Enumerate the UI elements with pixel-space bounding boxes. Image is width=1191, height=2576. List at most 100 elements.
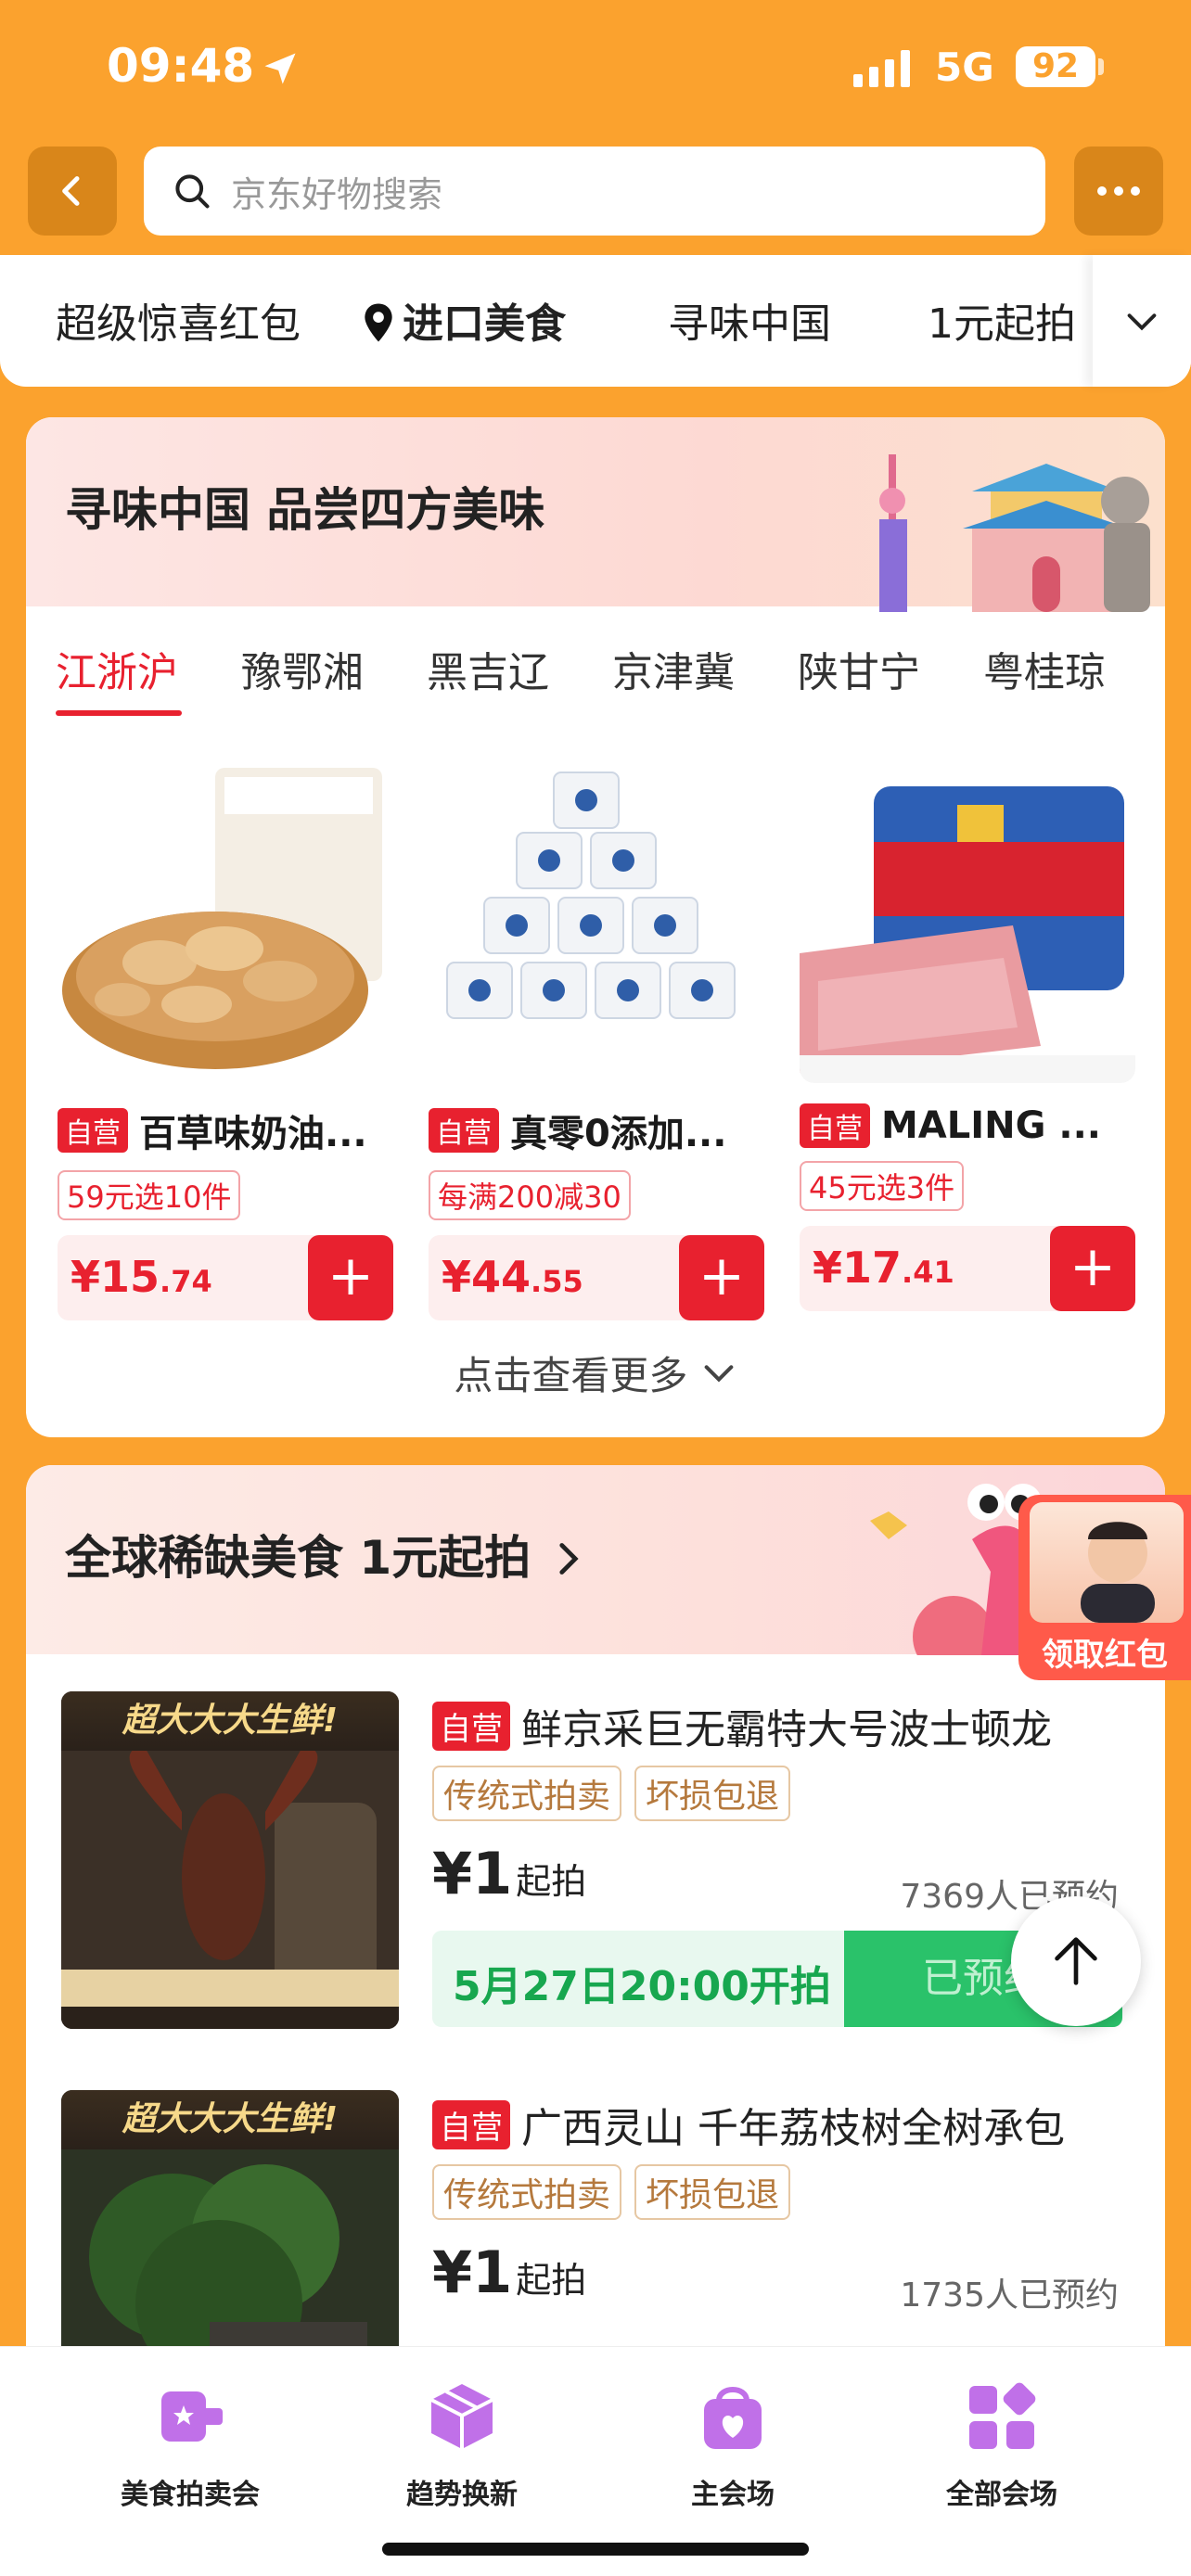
temple-illustration-icon [879, 454, 1150, 612]
region-tab-yueguiqiong[interactable]: 粤桂琼 [983, 639, 1106, 698]
nav-all-venues[interactable]: 全部会场 [890, 2375, 1113, 2512]
auction-title-text: 广西灵山 千年荔枝树全树承包 [521, 2105, 1065, 2152]
product-card[interactable]: 自营 百草味奶油... 59元选10件 ¥15.74 + [58, 749, 393, 1320]
dot-icon [1114, 186, 1123, 196]
auction-tag: 传统式拍卖 [432, 1766, 622, 1821]
region-tab-jiangzhehu[interactable]: 江浙沪 [56, 639, 178, 698]
search-icon [175, 174, 210, 209]
auction-item[interactable]: 超大大大生鲜! 自营 鲜京采巨无霸特大号波士顿龙 传统式拍卖 坏损包退 ¥1 起拍… [61, 1691, 1137, 2034]
network-type: 5G [935, 45, 994, 90]
product-price: ¥17.41 [813, 1243, 954, 1293]
nav-label: 主会场 [691, 2479, 775, 2511]
auction-tag: 坏损包退 [634, 1766, 791, 1821]
china-taste-section: 寻味中国 品尝四方美味 江浙沪 豫鄂湘 黑吉辽 京津冀 陕甘宁 粤桂琼 自营 百… [26, 417, 1165, 1437]
category-tabs: 超级惊喜红包 进口美食 寻味中国 1元起拍 [0, 255, 1191, 387]
signal-icon [853, 48, 910, 87]
bottom-nav: 美食拍卖会 趋势换新 主会场 全部会场 [0, 2346, 1191, 2576]
product-title: 真零0添加... [510, 1113, 727, 1155]
spokesperson-image [1030, 1502, 1184, 1623]
product-title: 百草味奶油... [139, 1113, 367, 1155]
region-tab-jingjinji[interactable]: 京津冀 [612, 639, 735, 698]
product-image [429, 749, 764, 1083]
status-bar: 09:48 5G 92 [0, 0, 1191, 139]
category-tab-china-taste[interactable]: 寻味中国 [668, 290, 831, 350]
self-operated-badge: 自营 [800, 1103, 870, 1148]
auction-image: 超大大大生鲜! [61, 1691, 399, 2029]
category-tab-label: 进口美食 [403, 300, 566, 348]
section-title: 全球稀缺美食 1元起拍 [65, 1521, 583, 1588]
category-tab-red-packet[interactable]: 超级惊喜红包 [56, 290, 301, 350]
chevron-right-icon [558, 1543, 579, 1575]
product-name: 自营 百草味奶油... [58, 1103, 393, 1157]
category-expand-button[interactable] [1093, 255, 1191, 387]
dot-icon [1097, 186, 1107, 196]
starting-price: ¥1 起拍 [432, 1840, 587, 1907]
chevron-down-icon [704, 1365, 734, 1383]
auction-title-text: 鲜京采巨无霸特大号波士顿龙 [521, 1706, 1052, 1753]
auction-tags: 传统式拍卖 坏损包退 [432, 2164, 791, 2220]
auction-start-time: 5月27日20:00开拍 [453, 1963, 831, 2010]
search-input[interactable]: 京东好物搜索 [144, 147, 1045, 236]
see-more-link[interactable]: 点击查看更多 [26, 1345, 1165, 1401]
nav-food-auction[interactable]: 美食拍卖会 [79, 2375, 301, 2512]
back-to-top-button[interactable] [1011, 1896, 1141, 2026]
self-operated-badge: 自营 [429, 1108, 499, 1153]
price-row: ¥17.41 + [800, 1226, 1135, 1311]
battery-tip [1098, 58, 1104, 75]
product-image [800, 749, 1135, 1083]
active-tab-indicator [56, 710, 182, 716]
region-tab-heijiliao[interactable]: 黑吉辽 [427, 639, 549, 698]
add-to-cart-button[interactable]: + [308, 1235, 393, 1320]
more-menu-button[interactable] [1074, 147, 1163, 236]
self-operated-badge: 自营 [432, 2099, 510, 2149]
location-arrow-icon [264, 53, 296, 84]
self-operated-badge: 自营 [58, 1108, 128, 1153]
add-to-cart-button[interactable]: + [679, 1235, 764, 1320]
promo-tag: 59元选10件 [58, 1170, 241, 1220]
reservation-count: 1735人已预约 [900, 2276, 1119, 2315]
auction-tag: 传统式拍卖 [432, 2164, 622, 2220]
nav-label: 趋势换新 [406, 2479, 518, 2511]
auction-title: 自营 鲜京采巨无霸特大号波士顿龙 [432, 1696, 1052, 1755]
product-title: MALING ... [881, 1104, 1101, 1147]
price-row: ¥44.55 + [429, 1235, 764, 1320]
search-placeholder: 京东好物搜索 [231, 173, 443, 215]
claim-red-packet-button[interactable]: 领取红包 [1018, 1495, 1191, 1680]
location-pin-icon [365, 303, 392, 342]
chevron-left-icon [62, 176, 80, 206]
category-tab-imported-food[interactable]: 进口美食 [362, 290, 566, 350]
add-to-cart-button[interactable]: + [1050, 1226, 1135, 1311]
product-name: 自营 真零0添加... [429, 1103, 764, 1157]
thumb-banner: 超大大大生鲜! [61, 2090, 399, 2149]
nav-label: 美食拍卖会 [121, 2479, 260, 2511]
section-header: 寻味中国 品尝四方美味 [26, 417, 1165, 612]
section-header[interactable]: 全球稀缺美食 1元起拍 [26, 1465, 1165, 1655]
product-image [58, 749, 393, 1083]
see-more-label: 点击查看更多 [454, 1353, 688, 1398]
auction-hammer-icon [161, 2391, 223, 2442]
chevron-down-icon [1127, 313, 1157, 331]
region-tab-yueexiang[interactable]: 豫鄂湘 [241, 639, 364, 698]
category-tab-1yuan-auction[interactable]: 1元起拍 [928, 290, 1076, 350]
home-indicator [382, 2543, 809, 2556]
nav-trend-renew[interactable]: 趋势换新 [351, 2375, 573, 2512]
product-price: ¥15.74 [70, 1252, 212, 1302]
auction-title: 自营 广西灵山 千年荔枝树全树承包 [432, 2095, 1065, 2154]
starting-price: ¥1 起拍 [432, 2238, 587, 2306]
battery-icon: 92 [1016, 46, 1095, 87]
self-operated-badge: 自营 [432, 1701, 510, 1751]
red-packet-label: 领取红包 [1042, 1637, 1168, 1674]
dot-icon [1131, 186, 1140, 196]
region-tabs: 江浙沪 豫鄂湘 黑吉辽 京津冀 陕甘宁 粤桂琼 [26, 606, 1165, 727]
product-card[interactable]: 自营 真零0添加... 每满200减30 ¥44.55 + [429, 749, 764, 1320]
price-row: ¥15.74 + [58, 1235, 393, 1320]
product-card[interactable]: 自营 MALING ... 45元选3件 ¥17.41 + [800, 749, 1135, 1311]
back-button[interactable] [28, 147, 117, 236]
promo-tag: 45元选3件 [800, 1161, 965, 1211]
region-tab-shaanganning[interactable]: 陕甘宁 [798, 639, 920, 698]
nav-label: 全部会场 [946, 2479, 1057, 2511]
promo-tag: 每满200减30 [429, 1170, 631, 1220]
arrow-up-icon [1055, 1937, 1097, 1985]
product-name: 自营 MALING ... [800, 1103, 1135, 1148]
nav-main-venue[interactable]: 主会场 [621, 2375, 844, 2512]
